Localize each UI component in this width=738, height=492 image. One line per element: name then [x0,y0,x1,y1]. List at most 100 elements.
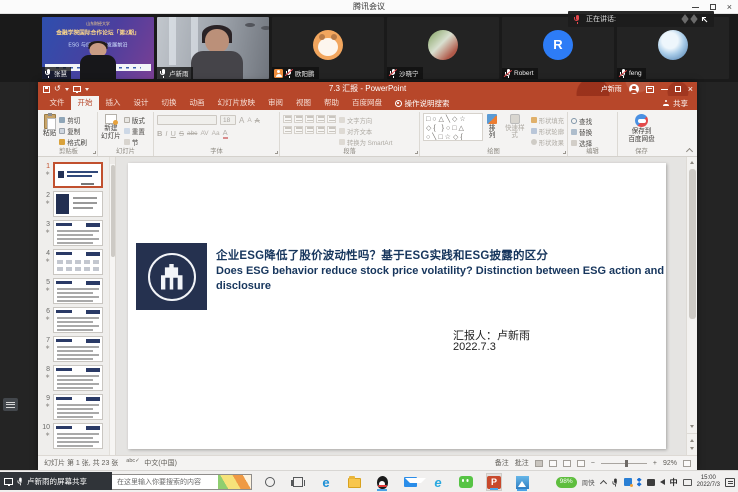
slide-sorter-view-icon[interactable] [549,460,557,467]
reaction-icon[interactable] [690,14,697,24]
text-direction-button[interactable]: 文字方向 [339,115,392,125]
shape-outline-button[interactable]: 形状轮廓 [531,126,564,136]
dialog-launcher-icon[interactable] [275,151,278,154]
bold-button[interactable]: B [157,129,162,138]
italic-button[interactable]: I [165,129,167,138]
align-text-button[interactable]: 对齐文本 [339,126,392,136]
screen-share-badge[interactable]: 卢新雨的屏幕共享 [0,472,112,490]
close-icon[interactable]: × [727,0,732,14]
increase-indent-button[interactable] [316,115,325,123]
ie-button[interactable]: e [430,473,446,491]
minimize-icon[interactable] [692,7,699,8]
arrange-button[interactable]: 排列 [486,113,499,147]
ime-indicator[interactable]: 中 [670,477,678,488]
align-center-button[interactable] [294,126,303,134]
align-right-button[interactable] [305,126,314,134]
language-indicator[interactable]: 中文(中国) [144,458,177,468]
account-name[interactable]: 卢新雨 [601,84,622,94]
mail-button[interactable] [402,473,418,491]
restore-arrow-icon[interactable] [700,15,709,24]
change-case-button[interactable]: Aa [212,129,220,138]
justify-button[interactable] [316,126,325,134]
tab-insert[interactable]: 插入 [99,96,127,110]
bullets-button[interactable] [283,115,292,123]
columns-button[interactable] [327,126,336,134]
underline-button[interactable]: U [171,129,176,138]
taskbar-clock[interactable]: 15:00 2022/7/3 [697,475,720,489]
meeting-panel-toggle-icon[interactable] [3,398,18,411]
share-button[interactable]: 共享 [653,96,697,110]
tab-animations[interactable]: 动画 [183,96,211,110]
slideshow-view-icon[interactable] [577,460,585,467]
collapse-ribbon-icon[interactable] [686,147,692,153]
volume-icon[interactable] [660,479,665,485]
char-spacing-button[interactable]: AV [200,129,208,138]
slide-thumbnail[interactable]: 3∗ [38,220,115,246]
clear-format-icon[interactable]: A [255,116,260,125]
next-slide-icon[interactable] [690,447,694,450]
participant-tile-ouyangpeng[interactable]: 欧阳鹏 [272,17,384,79]
reset-button[interactable]: 重置 [124,126,145,136]
ppt-minimize-icon[interactable] [661,89,668,90]
tray-app-icon[interactable] [624,478,632,486]
memory-ball-badge[interactable]: 98% [556,477,577,488]
scrollbar-thumb[interactable] [689,169,696,319]
shadow-button[interactable]: abc [187,129,197,138]
save-to-baidu-button[interactable]: 保存到 百度网盘 [621,113,662,143]
reaction-icon[interactable] [681,14,688,24]
ppt-close-icon[interactable]: × [688,82,693,96]
ppt-restore-icon[interactable] [675,86,681,92]
scroll-down-icon[interactable] [687,421,697,431]
slide-thumbnail[interactable]: 6∗ [38,307,115,333]
slide-title-english[interactable]: Does ESG behavior reduce stock price vol… [216,264,672,293]
dialog-launcher-icon[interactable] [93,151,96,154]
normal-view-icon[interactable] [535,460,543,467]
tab-home[interactable]: 开始 [71,96,99,110]
slide-thumbnail[interactable]: 1∗ [38,162,115,188]
tray-mic-icon[interactable] [611,478,618,486]
wechat-button[interactable] [458,473,474,491]
numbering-button[interactable] [294,115,303,123]
font-color-button[interactable]: A [223,128,228,139]
taskbar-search[interactable]: 在这里输入你要搜索的内容 [88,474,252,490]
line-spacing-button[interactable] [327,115,336,123]
panel-scrollbar[interactable] [109,157,115,455]
slide-scrollbar[interactable] [686,157,697,455]
ribbon-display-options-icon[interactable] [646,86,654,93]
photos-button[interactable] [514,473,530,491]
slide-thumbnail[interactable]: 10∗ [38,423,115,449]
slide-thumbnail[interactable]: 8∗ [38,365,115,391]
account-avatar-icon[interactable] [629,84,639,94]
tab-file[interactable]: 文件 [43,96,71,110]
tab-review[interactable]: 审阅 [262,96,290,110]
participant-tile-zhanghui[interactable]: 山东财经大学 金融学院国际合作论坛「第2期」 ESG 与绿色金融发展前沿 张慧 [42,17,154,79]
new-slide-button[interactable]: 新建 幻灯片 [101,113,121,147]
slide-canvas[interactable]: 企业ESG降低了股价波动性吗？基于ESG实践和ESG披露的区分 Does ESG… [128,163,666,449]
participant-tile-luxinyu[interactable]: 卢新雨 [157,17,269,79]
slide-title-chinese[interactable]: 企业ESG降低了股价波动性吗？基于ESG实践和ESG披露的区分 [216,247,656,263]
qq-button[interactable] [374,473,390,491]
slide-thumbnail[interactable]: 4∗ [38,249,115,275]
replace-button[interactable]: 替换 [571,127,614,137]
tab-design[interactable]: 设计 [127,96,155,110]
grow-font-icon[interactable]: A [239,116,244,125]
find-button[interactable]: 查找 [571,116,614,126]
tab-slideshow[interactable]: 幻灯片放映 [211,96,262,110]
align-left-button[interactable] [283,126,292,134]
shapes-gallery[interactable]: □○△╲◇☆ ◇{ }○□△ ○╲□☆◇{ [423,113,483,141]
font-name-select[interactable] [157,115,217,125]
slide-thumbnail[interactable]: 2∗ [38,191,115,217]
paste-button[interactable]: 粘贴 [43,113,56,147]
file-explorer-button[interactable] [346,473,362,491]
dialog-launcher-icon[interactable] [563,151,566,154]
dialog-launcher-icon[interactable] [415,151,418,154]
copy-button[interactable]: 复制 [59,126,87,136]
slide-thumbnail[interactable]: 9∗ [38,394,115,420]
font-size-select[interactable]: 18 [220,115,236,125]
decrease-indent-button[interactable] [305,115,314,123]
quick-styles-button[interactable]: 快速样式 [502,113,528,147]
participant-tile-shaxiaoning[interactable]: 沙晓宁 [387,17,499,79]
slide-thumbnail[interactable]: 5∗ [38,278,115,304]
strikethrough-button[interactable]: S [179,129,184,138]
tray-device-icon[interactable] [647,479,655,486]
